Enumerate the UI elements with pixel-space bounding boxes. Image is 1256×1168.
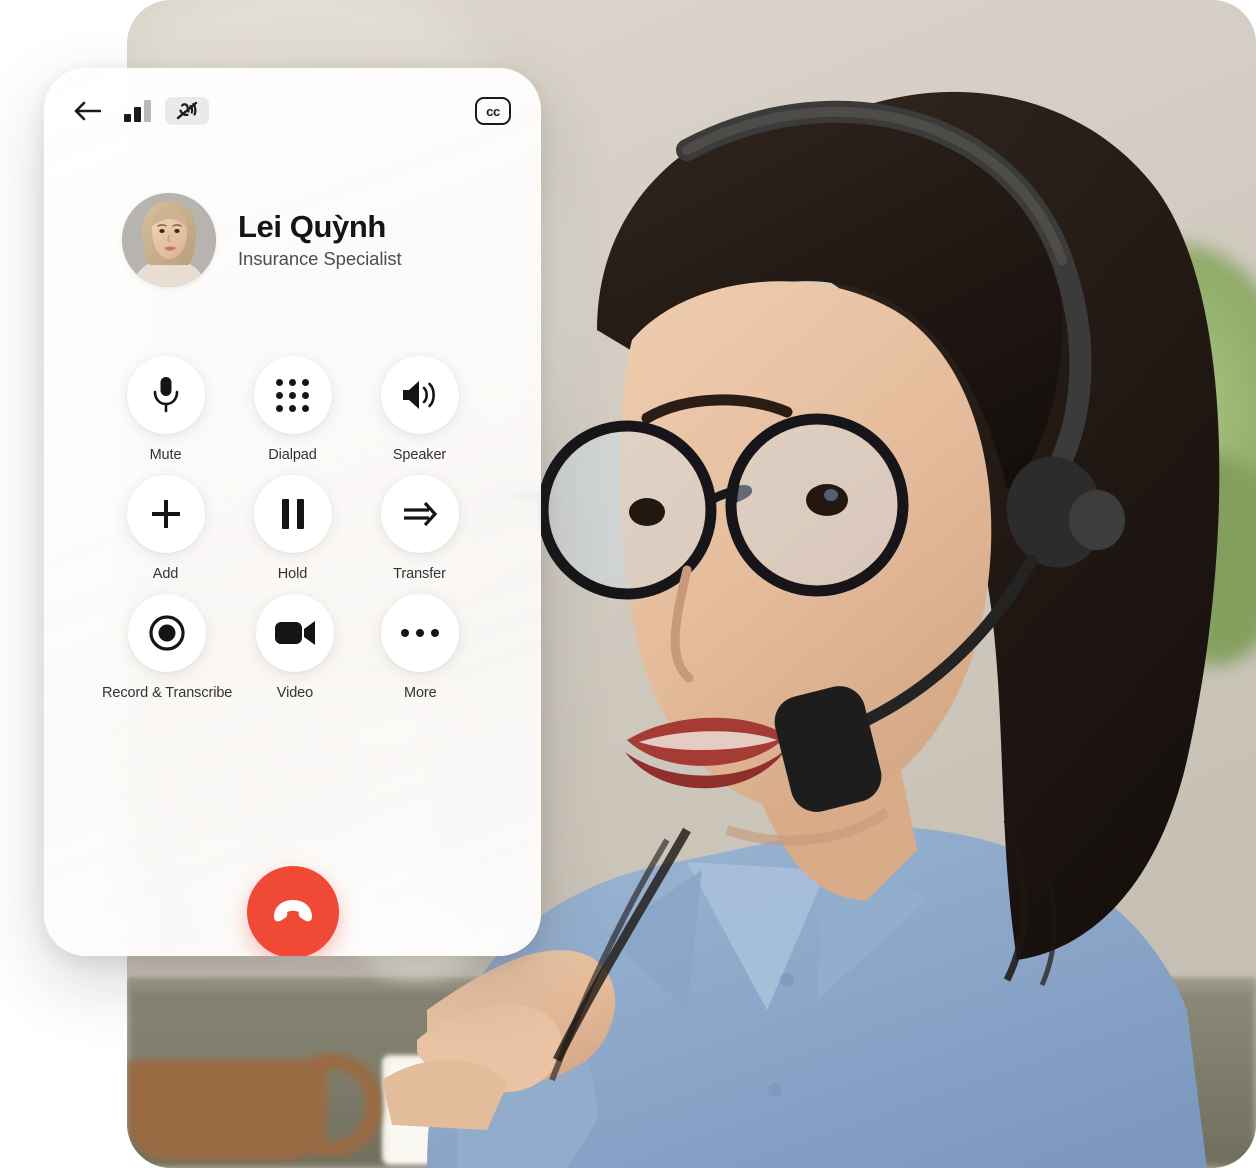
more-button-circle [381, 594, 460, 672]
add-button[interactable]: Add [102, 475, 229, 582]
dialpad-button-circle [253, 356, 332, 434]
video-button-label: Video [276, 685, 314, 701]
pause-icon [281, 499, 304, 529]
controls-row-1: Mute Dialpad Speaker [102, 356, 483, 463]
more-button-label: More [403, 685, 437, 701]
call-controls-grid: Mute Dialpad Speaker Add Hold Transfer R… [44, 356, 541, 701]
record-transcribe-button[interactable]: Record & Transcribe [102, 594, 232, 701]
controls-row-3: Record & Transcribe Video More [102, 594, 483, 701]
transfer-button-label: Transfer [393, 566, 446, 582]
mic-slash-glyph [176, 101, 198, 120]
speaker-button[interactable]: Speaker [356, 356, 483, 463]
dialpad-button-label: Dialpad [268, 447, 317, 463]
hold-button[interactable]: Hold [229, 475, 356, 582]
speaker-button-circle [380, 356, 459, 434]
video-button[interactable]: Video [232, 594, 357, 701]
contact-block: Lei Quỳnh Insurance Specialist [122, 193, 402, 287]
status-bar: cc [44, 68, 541, 154]
record-button-label: Record & Transcribe [102, 685, 233, 701]
speaker-icon [402, 381, 435, 409]
video-button-circle [255, 594, 334, 672]
plus-icon [151, 500, 180, 528]
phone-hangup-icon [273, 900, 312, 922]
back-button[interactable] [70, 94, 104, 128]
closed-captions-icon[interactable]: cc [475, 97, 511, 125]
mute-button[interactable]: Mute [102, 356, 229, 463]
ellipsis-icon [401, 629, 440, 637]
arrow-right-double-icon [403, 501, 437, 527]
avatar-photo [122, 193, 216, 287]
record-button-circle [128, 594, 207, 672]
end-call-button[interactable] [246, 866, 339, 956]
add-button-circle [126, 475, 205, 553]
avatar [122, 193, 216, 287]
record-circle-icon [149, 615, 185, 651]
transfer-button-circle [380, 475, 459, 553]
contact-text: Lei Quỳnh Insurance Specialist [238, 208, 402, 271]
microphone-muted-icon[interactable] [165, 97, 209, 125]
video-camera-icon [274, 621, 315, 645]
mute-button-label: Mute [149, 447, 182, 463]
call-control-card: cc Lei Quỳnh Insurance Specialist Mute D… [44, 68, 541, 956]
hold-button-circle [253, 475, 332, 553]
speaker-button-label: Speaker [392, 447, 447, 463]
screen-root: cc Lei Quỳnh Insurance Specialist Mute D… [0, 0, 1256, 1168]
contact-name: Lei Quỳnh [238, 208, 386, 244]
controls-row-2: Add Hold Transfer [102, 475, 483, 582]
dialpad-button[interactable]: Dialpad [229, 356, 356, 463]
dialpad-icon [276, 378, 309, 412]
add-button-label: Add [152, 566, 179, 582]
arrow-left-icon [74, 101, 101, 121]
end-call-area [44, 866, 541, 956]
microphone-icon [153, 377, 178, 413]
mute-button-circle [126, 356, 205, 434]
contact-role: Insurance Specialist [238, 248, 402, 270]
hold-button-label: Hold [277, 566, 308, 582]
cc-label: cc [486, 103, 500, 119]
transfer-button[interactable]: Transfer [356, 475, 483, 582]
signal-bars-icon [124, 100, 151, 122]
more-button[interactable]: More [358, 594, 483, 701]
